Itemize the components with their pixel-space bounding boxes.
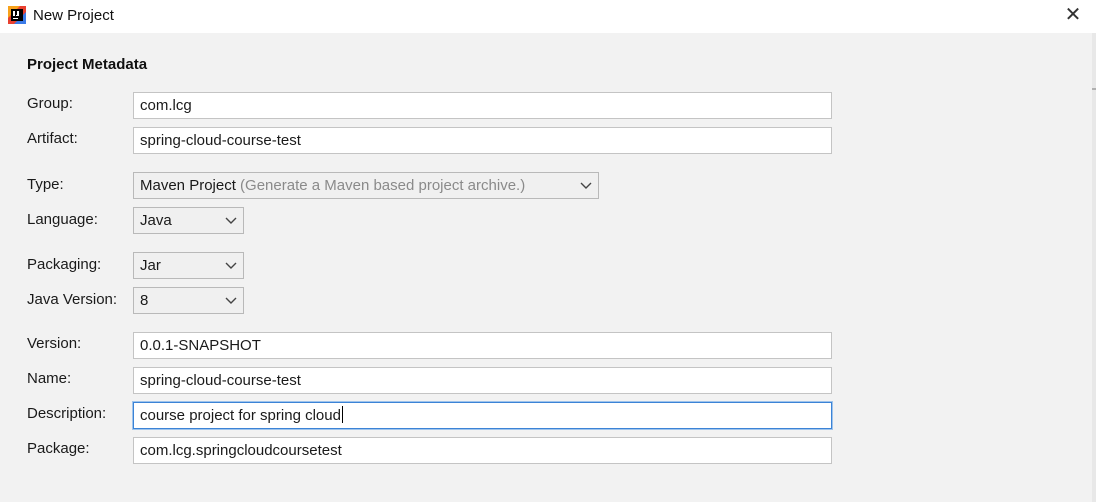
text-caret — [341, 406, 343, 423]
version-field[interactable]: 0.0.1-SNAPSHOT — [133, 332, 832, 359]
language-value: Java — [140, 212, 172, 229]
section-title: Project Metadata — [27, 56, 148, 73]
type-dropdown[interactable]: Maven Project (Generate a Maven based pr… — [133, 172, 599, 199]
chevron-down-icon — [580, 182, 592, 189]
package-field[interactable]: com.lcg.springcloudcoursetest — [133, 437, 832, 464]
intellij-idea-icon — [8, 6, 26, 24]
group-field[interactable]: com.lcg — [133, 92, 832, 119]
name-label: Name: — [27, 370, 72, 387]
version-label: Version: — [27, 335, 82, 352]
java-version-value: 8 — [140, 292, 149, 309]
description-value: course project for spring cloud — [140, 407, 341, 424]
type-label: Type: — [27, 176, 64, 193]
scroll-thumb[interactable] — [1092, 88, 1096, 90]
type-hint: (Generate a Maven based project archive.… — [240, 177, 526, 194]
chevron-down-icon — [225, 262, 237, 269]
artifact-label: Artifact: — [27, 130, 78, 147]
language-label: Language: — [27, 211, 98, 228]
close-icon[interactable]: ✕ — [1060, 4, 1086, 28]
packaging-label: Packaging: — [27, 256, 102, 273]
packaging-value: Jar — [140, 257, 161, 274]
window-title: New Project — [33, 7, 114, 24]
chevron-down-icon — [225, 217, 237, 224]
type-value: Maven Project — [140, 177, 236, 194]
group-label: Group: — [27, 95, 73, 112]
description-label: Description: — [27, 405, 107, 422]
java-version-dropdown[interactable]: 8 — [133, 287, 244, 314]
artifact-field[interactable]: spring-cloud-course-test — [133, 127, 832, 154]
package-label: Package: — [27, 440, 90, 457]
java-version-label: Java Version: — [27, 291, 118, 308]
title-bar: New Project ✕ — [0, 0, 1096, 33]
scrollbar[interactable] — [1092, 33, 1096, 502]
name-field[interactable]: spring-cloud-course-test — [133, 367, 832, 394]
language-dropdown[interactable]: Java — [133, 207, 244, 234]
description-field[interactable]: course project for spring cloud — [133, 402, 832, 429]
packaging-dropdown[interactable]: Jar — [133, 252, 244, 279]
chevron-down-icon — [225, 297, 237, 304]
